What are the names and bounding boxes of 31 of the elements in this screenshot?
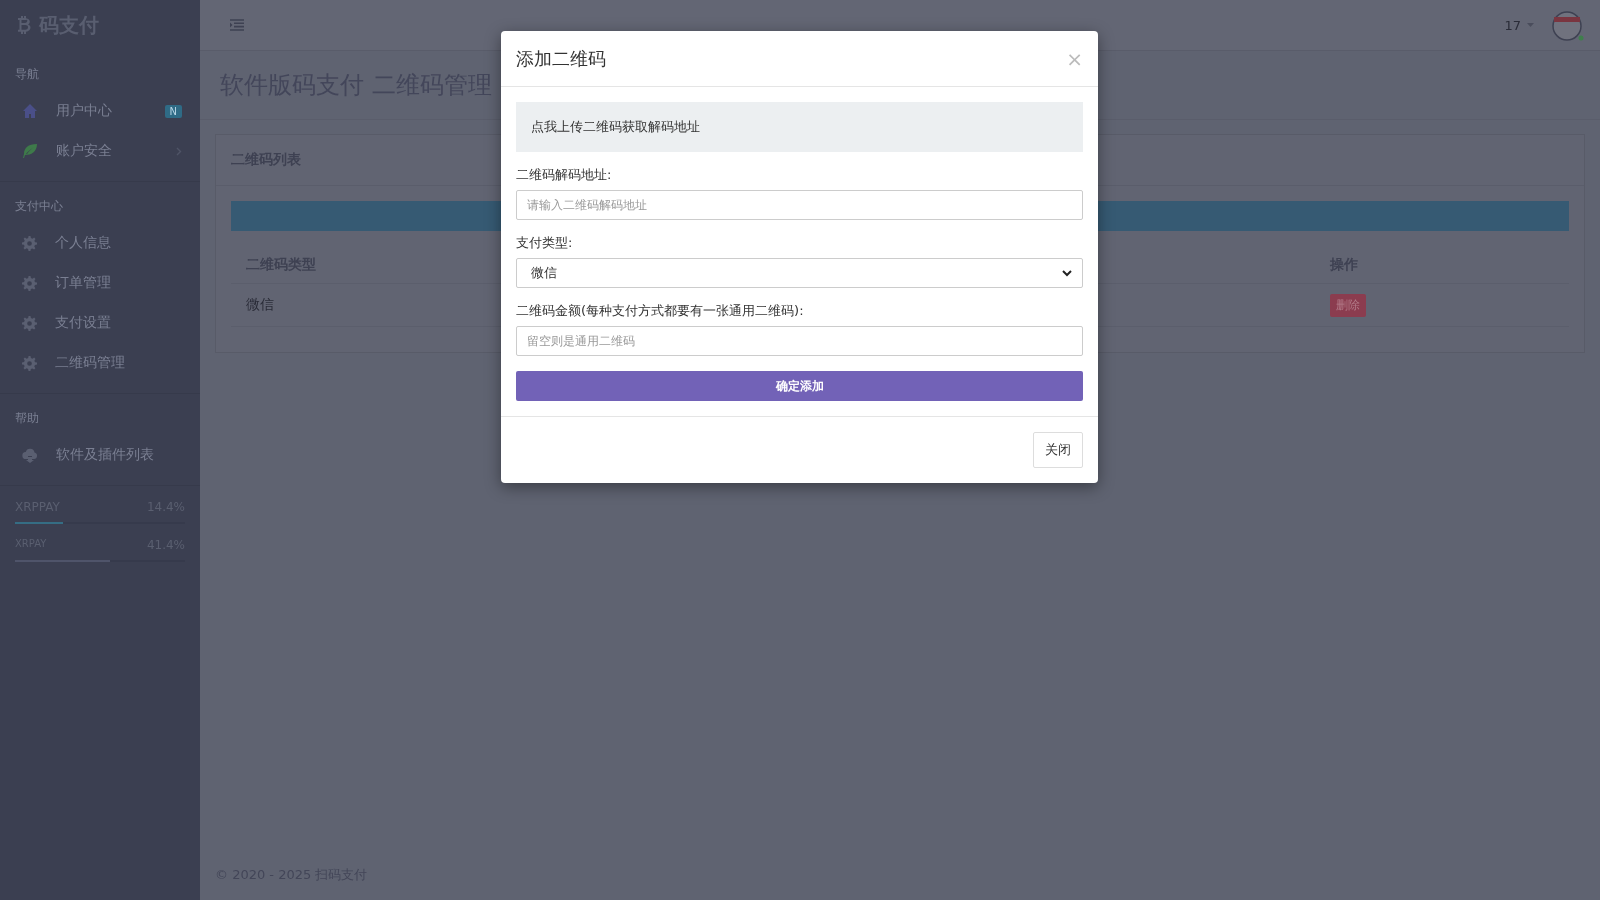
leaf-icon bbox=[22, 143, 38, 159]
close-button[interactable]: × bbox=[1066, 48, 1083, 69]
sidebar-item[interactable]: 订单管理 bbox=[0, 263, 200, 303]
sidebar-item[interactable]: 个人信息 bbox=[0, 223, 200, 263]
field-label: 二维码解码地址: bbox=[516, 166, 613, 184]
confirm-add-button[interactable]: 确定添加 bbox=[516, 371, 1083, 401]
settings-icon bbox=[22, 355, 37, 371]
bitcoin-icon bbox=[18, 16, 31, 34]
sidebar-item[interactable]: 支付设置 bbox=[0, 303, 200, 343]
upload-area[interactable]: 点我上传二维码获取解码地址 bbox=[516, 102, 1083, 152]
nav-section-heading: 帮助 bbox=[14, 410, 40, 427]
home-icon bbox=[22, 103, 38, 119]
sidebar-item[interactable]: 账户安全 bbox=[0, 131, 200, 171]
sidebar-item[interactable]: 软件及插件列表 bbox=[0, 435, 200, 475]
menu-icon[interactable] bbox=[230, 19, 244, 31]
field-label: 二维码金额(每种支付方式都要有一张通用二维码): bbox=[516, 302, 805, 320]
sidebar-item[interactable]: 用户中心 N bbox=[0, 91, 200, 131]
select-dropdown[interactable]: 微信 bbox=[516, 258, 1083, 288]
chevron-down-icon bbox=[1062, 269, 1072, 277]
nav-section-heading: 支付中心 bbox=[14, 198, 64, 215]
nav-section-heading: 导航 bbox=[14, 66, 40, 83]
user-menu[interactable]: 17 bbox=[1504, 17, 1534, 33]
settings-icon bbox=[22, 315, 37, 331]
cloud-download-icon bbox=[22, 447, 38, 463]
settings-icon bbox=[22, 275, 37, 291]
new-badge: N bbox=[164, 104, 182, 118]
input-field[interactable]: 留空则是通用二维码 bbox=[516, 326, 1083, 356]
close-button[interactable]: 关闭 bbox=[1033, 432, 1083, 468]
avatar-icon[interactable] bbox=[1550, 8, 1584, 42]
input-field[interactable]: 请输入二维码解码地址 bbox=[516, 190, 1083, 220]
settings-icon bbox=[22, 235, 37, 251]
